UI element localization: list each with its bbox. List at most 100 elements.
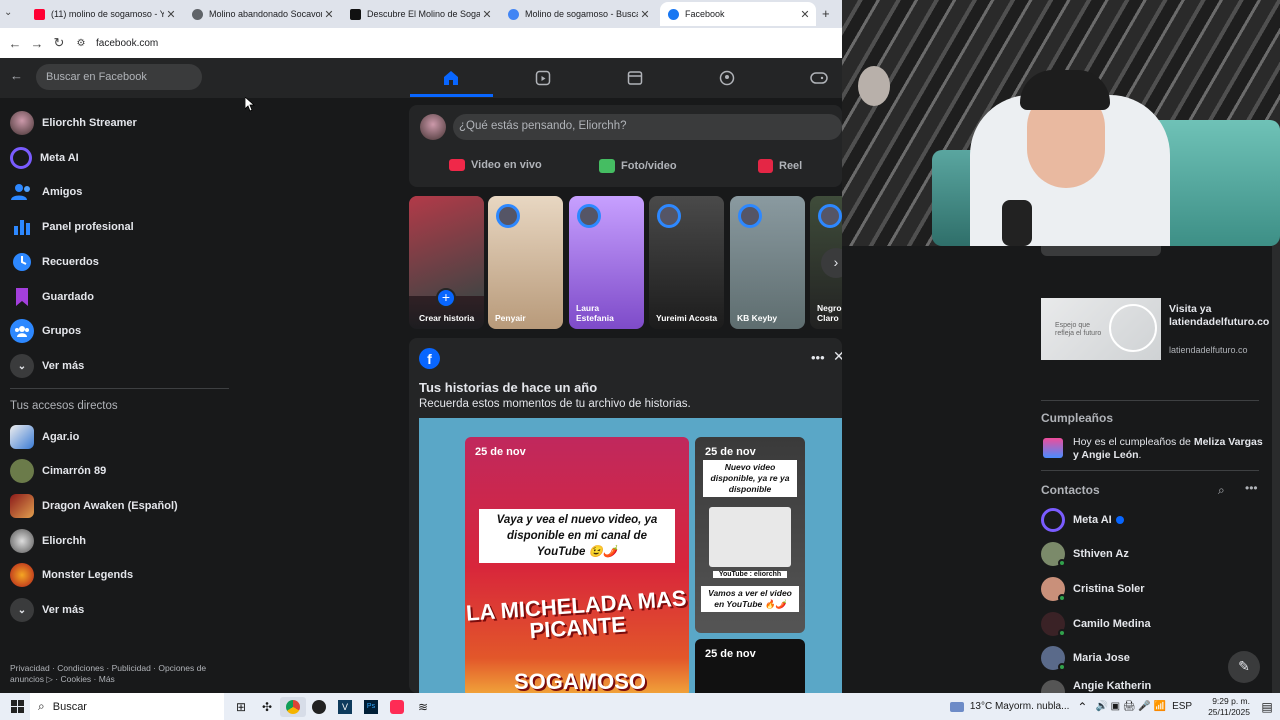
- ad-domain: latiendadelfuturo.co: [1169, 345, 1248, 355]
- chrome-icon[interactable]: [280, 696, 306, 717]
- shortcut-dragon-awaken[interactable]: Dragon Awaken (Español): [10, 494, 178, 518]
- shortcut-agario[interactable]: Agar.io: [10, 425, 79, 449]
- story-create[interactable]: + Crear historia: [409, 196, 484, 329]
- ad-image[interactable]: Espejo que refleja el futuro: [1041, 298, 1161, 360]
- photo-video-button[interactable]: Foto/video: [599, 159, 677, 173]
- close-tab-icon[interactable]: ✕: [480, 8, 494, 21]
- tab-list-chevron-icon[interactable]: ⌄: [4, 7, 12, 18]
- verified-badge-icon: [1115, 516, 1124, 524]
- contact-item[interactable]: Cristina Soler: [1041, 577, 1145, 602]
- weather-text[interactable]: 13°C Mayorm. nubla...: [970, 701, 1070, 712]
- tiktok-logo: [390, 699, 404, 714]
- sidebar-item-profile[interactable]: Eliorchh Streamer: [10, 111, 137, 135]
- footer-links[interactable]: Privacidad · Condiciones · Publicidad · …: [10, 663, 220, 685]
- composer-input[interactable]: ¿Qué estás pensando, Eliorchh?: [453, 114, 842, 140]
- windows-start-icon[interactable]: [4, 697, 30, 717]
- close-icon[interactable]: ✕: [833, 348, 842, 365]
- sidebar-item-saved[interactable]: Guardado: [10, 285, 94, 309]
- facebook-page: ← Buscar en Facebook Eliorchh Streamer M…: [0, 58, 842, 693]
- tab-youtube[interactable]: (11) molino de sogamoso - YouTube✕: [26, 2, 182, 26]
- tab-google[interactable]: Molino de sogamoso - Buscar con Google✕: [500, 2, 656, 26]
- close-tab-icon[interactable]: ✕: [798, 8, 812, 21]
- contact-item[interactable]: Sthiven Az: [1041, 542, 1129, 567]
- sidebar-item-meta-ai[interactable]: Meta AI: [10, 146, 79, 170]
- taskbar-search-label: Buscar: [52, 700, 87, 713]
- groups-icon[interactable]: [681, 66, 773, 90]
- tab-molino-abandonado[interactable]: Molino abandonado Socavonso✕: [184, 2, 340, 26]
- sidebar-see-more[interactable]: ⌄ Ver más: [10, 354, 84, 378]
- clock[interactable]: 9:29 p. m. 25/11/2025: [1208, 696, 1250, 718]
- live-video-button[interactable]: Video en vivo: [449, 159, 542, 171]
- reload-icon[interactable]: ↻: [48, 35, 70, 51]
- sidebar-item-memories[interactable]: Recuerdos: [10, 250, 99, 274]
- vegas-icon[interactable]: V: [332, 697, 358, 717]
- memory-story-2[interactable]: 25 de nov Nuevo video disponible, ya re …: [695, 437, 805, 633]
- close-tab-icon[interactable]: ✕: [164, 8, 178, 21]
- widgets-icon[interactable]: ✣: [254, 697, 280, 717]
- back-arrow-icon[interactable]: ←: [10, 68, 23, 83]
- search-contacts-icon[interactable]: ⌕: [1218, 483, 1225, 498]
- meta-ai-icon: [10, 147, 32, 169]
- language-indicator[interactable]: ESP: [1172, 701, 1192, 712]
- contact-item[interactable]: Camilo Medina: [1041, 612, 1151, 637]
- shortcut-eliorchh[interactable]: Eliorchh: [10, 529, 86, 553]
- shortcuts-see-more[interactable]: ⌄ Ver más: [10, 598, 84, 622]
- close-tab-icon[interactable]: ✕: [322, 8, 336, 21]
- close-tab-icon[interactable]: ✕: [638, 8, 652, 21]
- marketplace-icon[interactable]: [589, 66, 681, 90]
- shortcut-monster-legends[interactable]: Monster Legends: [10, 563, 133, 587]
- scrollbar[interactable]: [1272, 246, 1280, 693]
- avatar: [1041, 542, 1066, 567]
- memory-story-3[interactable]: 25 de nov: [695, 639, 805, 693]
- reel-button[interactable]: Reel: [758, 159, 802, 173]
- tab-facebook[interactable]: Facebook ✕: [660, 2, 816, 26]
- birthday-text[interactable]: Hoy es el cumpleaños de Meliza Vargas y …: [1073, 436, 1263, 462]
- home-icon[interactable]: [405, 66, 497, 90]
- tray-icons[interactable]: 🔊 ▣ 🖨 🎤 📶: [1095, 701, 1166, 712]
- new-message-button[interactable]: ✎: [1228, 651, 1260, 683]
- story-item[interactable]: Penyair: [488, 196, 563, 329]
- contact-name: Camilo Medina: [1073, 618, 1151, 630]
- story-item[interactable]: Yureimi Acosta: [649, 196, 724, 329]
- video-icon[interactable]: [497, 66, 589, 90]
- tab-tiktok[interactable]: Descubre El Molino de Sogamoso✕: [342, 2, 498, 26]
- address-bar: ← → ↻ ⚙ facebook.com: [0, 28, 842, 58]
- story-item[interactable]: Laura Estefania: [569, 196, 644, 329]
- contact-item[interactable]: Angie Katherin: [1041, 680, 1151, 693]
- ad-title[interactable]: Visita ya latiendadelfuturo.co: [1169, 303, 1269, 329]
- facebook-logo-icon: f: [419, 348, 440, 369]
- more-options-icon[interactable]: •••: [811, 350, 825, 365]
- forward-icon[interactable]: →: [26, 36, 48, 51]
- shortcuts-title: Tus accesos directos: [10, 400, 118, 412]
- back-icon[interactable]: ←: [4, 36, 26, 51]
- new-tab-button[interactable]: +: [822, 6, 830, 21]
- contact-name: Maria Jose: [1073, 652, 1130, 664]
- sidebar-item-friends[interactable]: Amigos: [10, 180, 82, 204]
- story-name: Penyair: [495, 313, 526, 323]
- site-info-icon[interactable]: ⚙: [70, 38, 92, 49]
- more-options-icon[interactable]: •••: [1245, 481, 1258, 495]
- app-icon[interactable]: ≋: [410, 697, 436, 717]
- memory-story-1[interactable]: 25 de nov Vaya y vea el nuevo video, ya …: [465, 437, 689, 693]
- contact-item[interactable]: Maria Jose: [1041, 646, 1130, 671]
- story-item[interactable]: KB Keyby: [730, 196, 805, 329]
- url-field[interactable]: facebook.com: [96, 38, 158, 49]
- photoshop-icon[interactable]: Ps: [358, 697, 384, 717]
- taskbar-search[interactable]: ⌕ Buscar: [30, 693, 224, 720]
- sidebar-item-dashboard[interactable]: Panel profesional: [10, 215, 134, 239]
- obs-icon[interactable]: [306, 697, 332, 717]
- shortcut-cimarron[interactable]: Cimarrón 89: [10, 459, 106, 483]
- sidebar-item-groups[interactable]: Grupos: [10, 319, 81, 343]
- task-view-icon[interactable]: ⊞: [228, 697, 254, 717]
- reel-icon: [758, 159, 773, 173]
- search-input[interactable]: Buscar en Facebook: [36, 64, 202, 90]
- story-name: Yureimi Acosta: [656, 313, 718, 323]
- contact-item[interactable]: Meta AI: [1041, 508, 1124, 532]
- search-icon: ⌕: [38, 699, 45, 713]
- chevron-up-icon[interactable]: ⌃: [1069, 697, 1095, 717]
- gaming-icon[interactable]: [773, 66, 842, 90]
- tiktok-icon[interactable]: [384, 697, 410, 717]
- memories-preview[interactable]: 25 de nov Vaya y vea el nuevo video, ya …: [419, 418, 842, 693]
- notification-icon[interactable]: ▤: [1254, 697, 1280, 717]
- avatar: [1041, 612, 1066, 637]
